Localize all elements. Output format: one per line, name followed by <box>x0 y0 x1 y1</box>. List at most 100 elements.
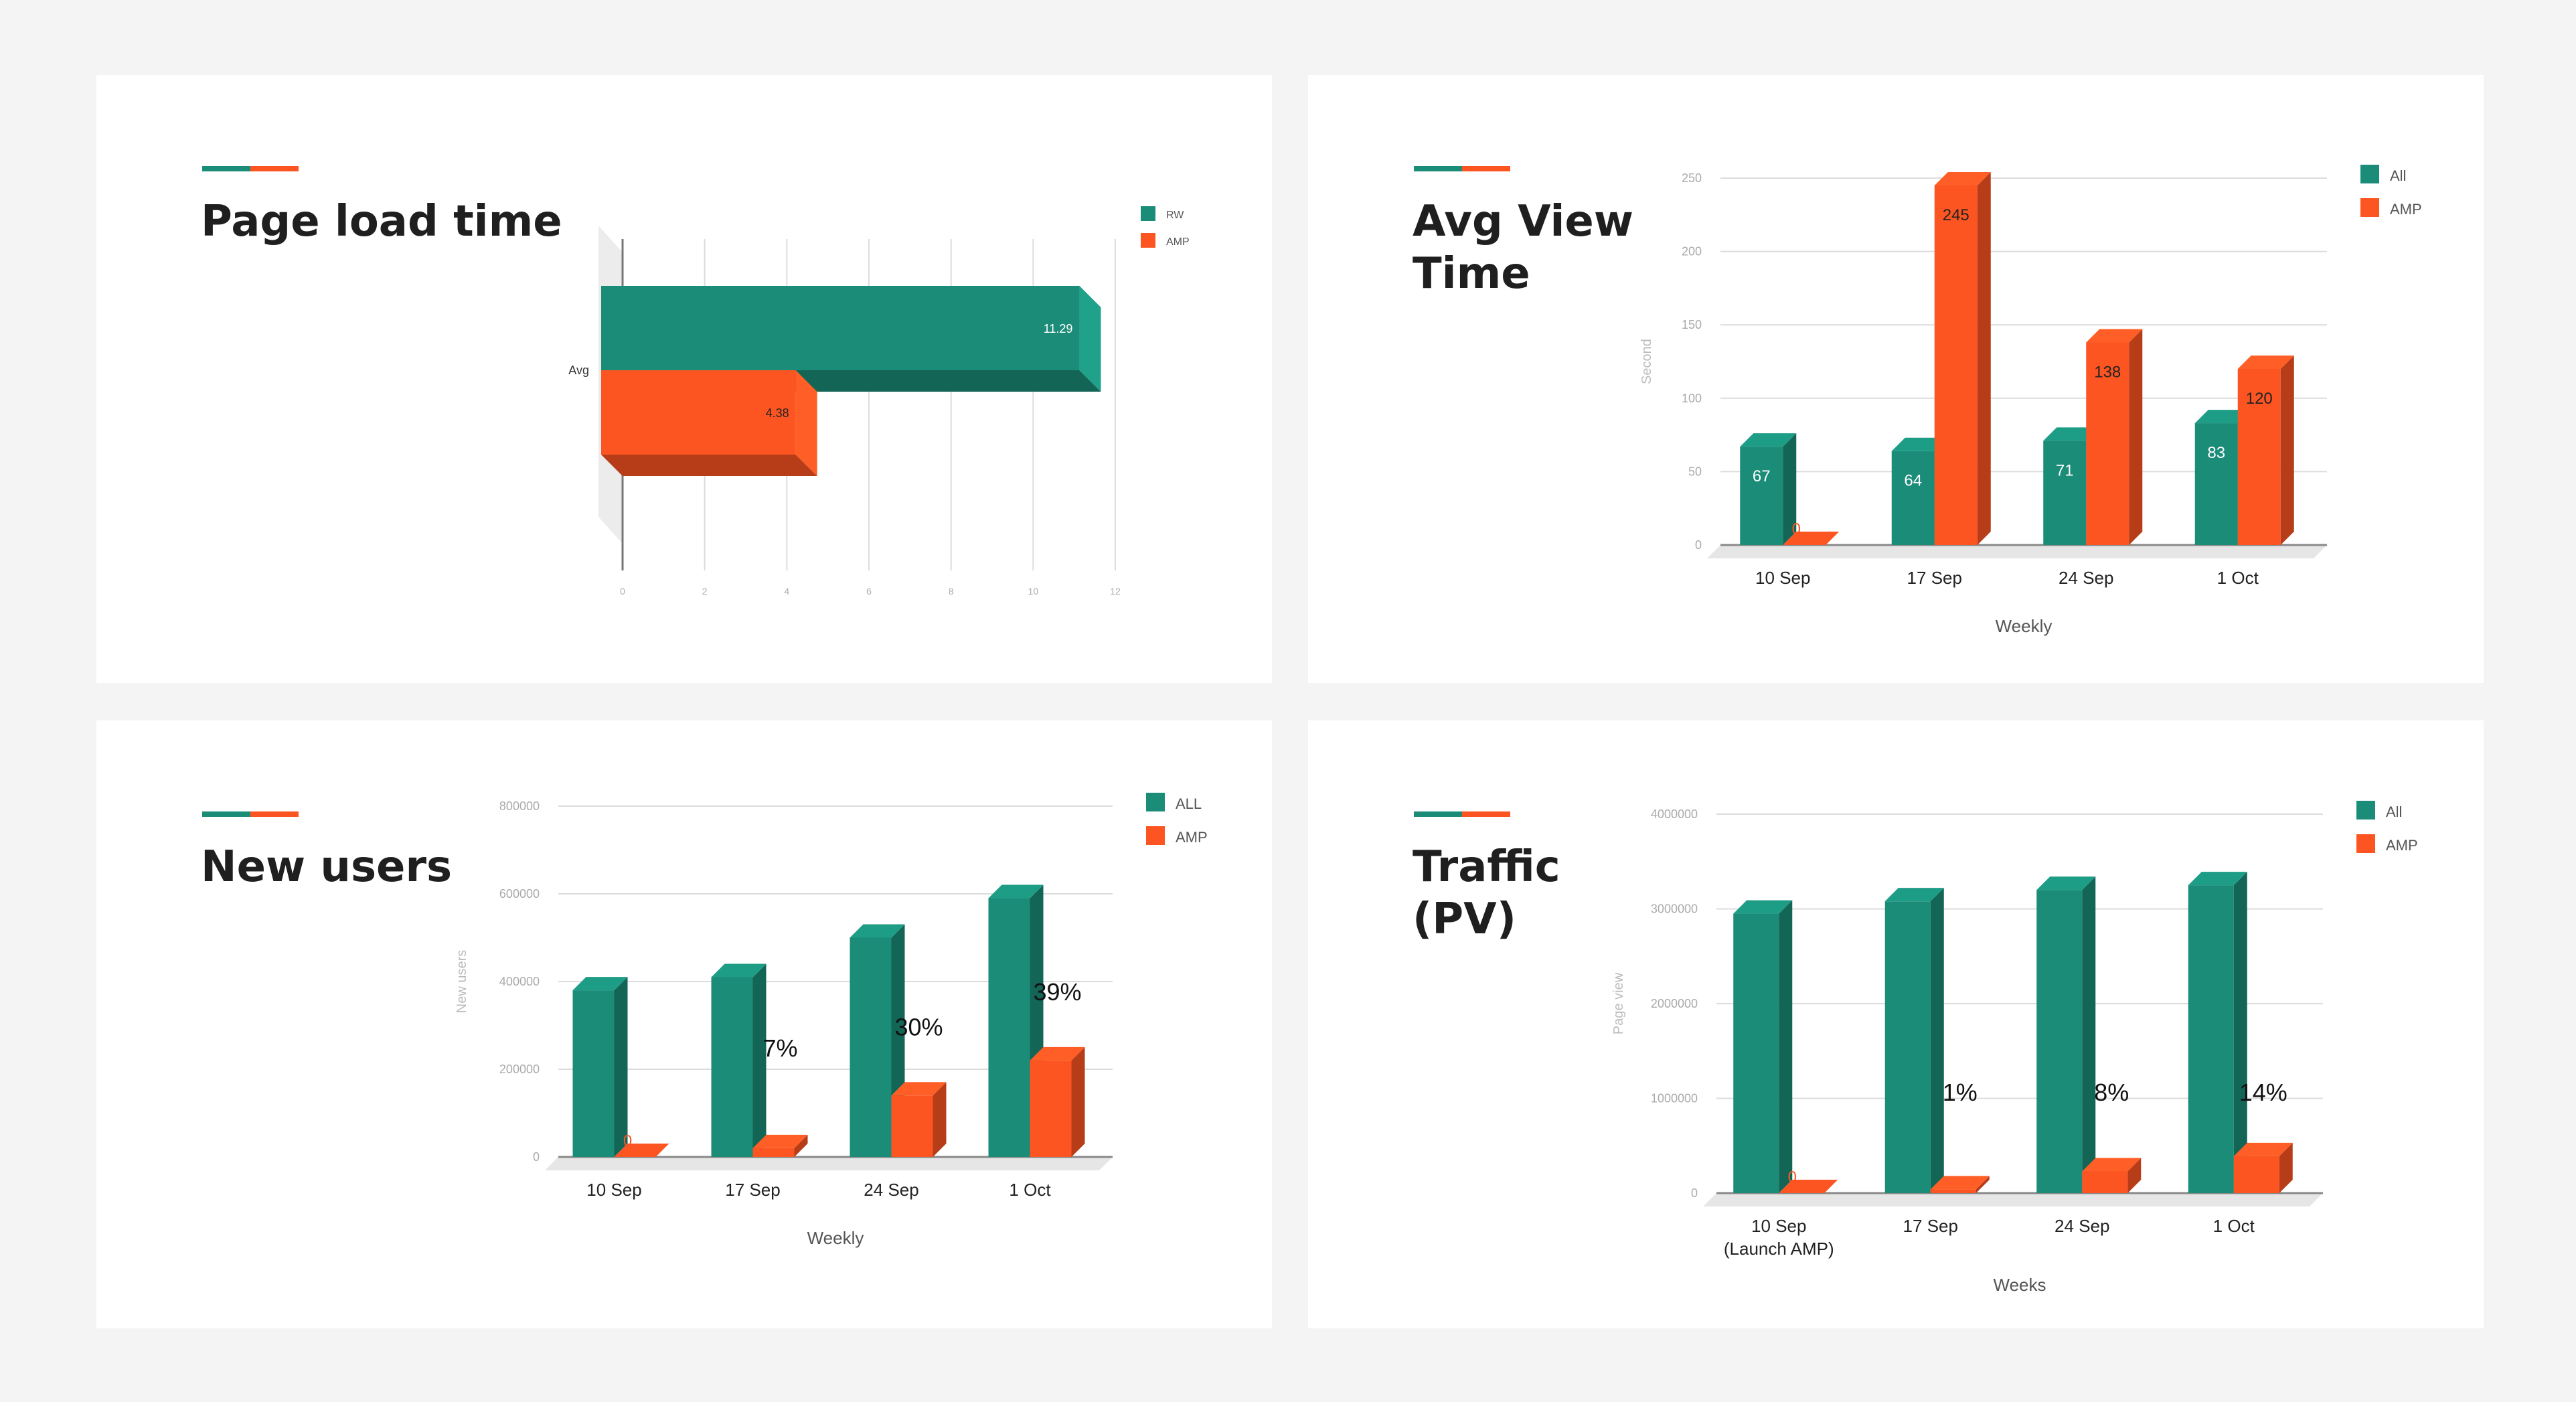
bar-front <box>572 990 615 1157</box>
bar-side <box>614 977 628 1157</box>
bar-front <box>2036 890 2083 1193</box>
y-tick-label: 4000000 <box>1651 807 1698 821</box>
bar-side <box>2129 329 2143 545</box>
x-tick-label: 24 Sep <box>864 1180 918 1200</box>
new-users-panel: New users 800000 600000 400000 200000 0 0 10 S… <box>96 720 1272 1328</box>
data-label: 11.29 <box>1044 322 1073 335</box>
y-tick-label: 2000000 <box>1651 997 1698 1010</box>
category-label: Avg <box>568 364 589 377</box>
data-label: 64 <box>1904 472 1922 490</box>
bar-side <box>1071 1046 1085 1157</box>
bar-all <box>2036 876 2096 1193</box>
x-tick-label: 10 Sep <box>1751 1216 1806 1236</box>
legend-label: ALL <box>1176 795 1202 812</box>
y-tick-label: 800000 <box>499 799 540 813</box>
legend-swatch <box>2360 198 2379 217</box>
y-tick-label: 150 <box>1682 318 1702 331</box>
y-tick-label: 50 <box>1688 465 1702 478</box>
x-tick-label: 8 <box>949 586 954 597</box>
y-axis-label: New users <box>455 950 469 1013</box>
legend-label: RW <box>1166 210 1184 221</box>
bar-front <box>1891 451 1935 545</box>
annotation-label: 14% <box>2239 1079 2287 1106</box>
new-users-chart: 800000 600000 400000 200000 0 0 10 Sep 7% 17 Sep… <box>455 793 1208 1248</box>
data-label: 71 <box>2056 461 2074 479</box>
y-tick-label: 0 <box>533 1150 540 1164</box>
x-axis-label: Weekly <box>807 1228 864 1248</box>
y-axis-label: Second <box>1639 339 1654 384</box>
y-tick-label: 200000 <box>499 1063 540 1076</box>
bar-front <box>2188 885 2234 1193</box>
legend-swatch <box>1141 233 1155 248</box>
annotation-label: 1% <box>1943 1079 1978 1106</box>
floor <box>1707 545 2327 558</box>
y-tick-label: 0 <box>1695 538 1702 552</box>
bar-all <box>2188 872 2247 1193</box>
bar-side <box>1930 888 1944 1193</box>
x-tick-label: 0 <box>620 586 625 597</box>
y-tick-label: 0 <box>1691 1186 1698 1200</box>
x-tick-label: 10 Sep <box>586 1180 641 1200</box>
data-label: 0 <box>1792 520 1801 538</box>
x-tick-label: (Launch AMP) <box>1724 1239 1834 1259</box>
bar-side <box>1977 171 1991 545</box>
legend-label: AMP <box>2390 201 2422 218</box>
bar-front <box>711 977 753 1157</box>
x-tick-label: 1 Oct <box>2213 1216 2255 1236</box>
bar-amp <box>2237 355 2294 545</box>
bar-all <box>1740 433 1797 545</box>
bar-front <box>2194 423 2238 545</box>
bar-front <box>1930 1189 1976 1193</box>
data-label: 4.38 <box>766 406 789 420</box>
floor <box>1703 1193 2323 1206</box>
legend-swatch <box>2356 834 2375 853</box>
y-tick-label: 100 <box>1682 392 1702 405</box>
annotation-label: 30% <box>894 1013 943 1040</box>
bar-side <box>2082 876 2096 1193</box>
x-tick-label: 17 Sep <box>725 1180 780 1200</box>
bar-amp <box>1934 171 1991 545</box>
bar-amp <box>1030 1046 1085 1157</box>
x-tick-label: 24 Sep <box>2059 568 2113 588</box>
data-label: 67 <box>1753 467 1771 485</box>
traffic-chart: 4000000 3000000 2000000 1000000 0 0 10 Sep (Lau… <box>1611 801 2418 1295</box>
x-tick-label: 17 Sep <box>1907 568 1962 588</box>
y-axis-label: Page view <box>1611 972 1626 1034</box>
x-tick-label: 12 <box>1110 586 1121 597</box>
bar-all <box>711 963 767 1157</box>
legend-swatch <box>1146 793 1165 811</box>
annotation-label: 8% <box>2094 1079 2129 1106</box>
legend-swatch <box>1141 206 1155 221</box>
legend-label: AMP <box>1176 829 1208 846</box>
x-tick-label: 2 <box>702 586 708 597</box>
legend-swatch <box>2356 801 2375 820</box>
y-tick-label: 600000 <box>499 887 540 901</box>
bar-front <box>1884 901 1931 1193</box>
bar-amp-bottom <box>601 455 817 476</box>
x-axis-label: Weekly <box>1996 616 2052 636</box>
data-label: 83 <box>2207 444 2225 462</box>
bar-amp <box>2233 1142 2293 1193</box>
data-label: 0 <box>623 1132 632 1150</box>
y-tick-label: 200 <box>1682 245 1702 258</box>
annotation-label: 7% <box>762 1034 797 1062</box>
annotation-label: 39% <box>1033 978 1081 1006</box>
bar-front <box>2043 441 2087 545</box>
avg-view-time-panel: Avg View Time 250 200 150 100 50 0 67 0 10 Sep 64… <box>1308 75 2484 683</box>
legend-label: All <box>2390 167 2406 184</box>
page-load-time-chart: 0 2 4 6 8 10 12 11.29 4.38 Avg RW AMP <box>568 206 1190 597</box>
bar-amp <box>2086 329 2143 545</box>
bar-side <box>1779 900 1793 1193</box>
y-tick-label: 400000 <box>499 975 540 988</box>
x-tick-label: 24 Sep <box>2055 1216 2109 1236</box>
bar-front <box>1733 913 1779 1193</box>
bar-amp <box>891 1082 947 1157</box>
x-tick-label: 4 <box>784 586 789 597</box>
bar-all <box>1884 888 1944 1193</box>
x-tick-label: 17 Sep <box>1903 1216 1958 1236</box>
x-tick-label: 10 <box>1028 586 1039 597</box>
bar-front <box>2233 1156 2279 1193</box>
y-tick-label: 250 <box>1682 171 1702 185</box>
x-axis-label: Weeks <box>1994 1275 2046 1295</box>
page-load-time-panel: Page load time 0 2 4 6 8 10 12 11.29 4.38 Avg RW AM… <box>96 75 1272 683</box>
